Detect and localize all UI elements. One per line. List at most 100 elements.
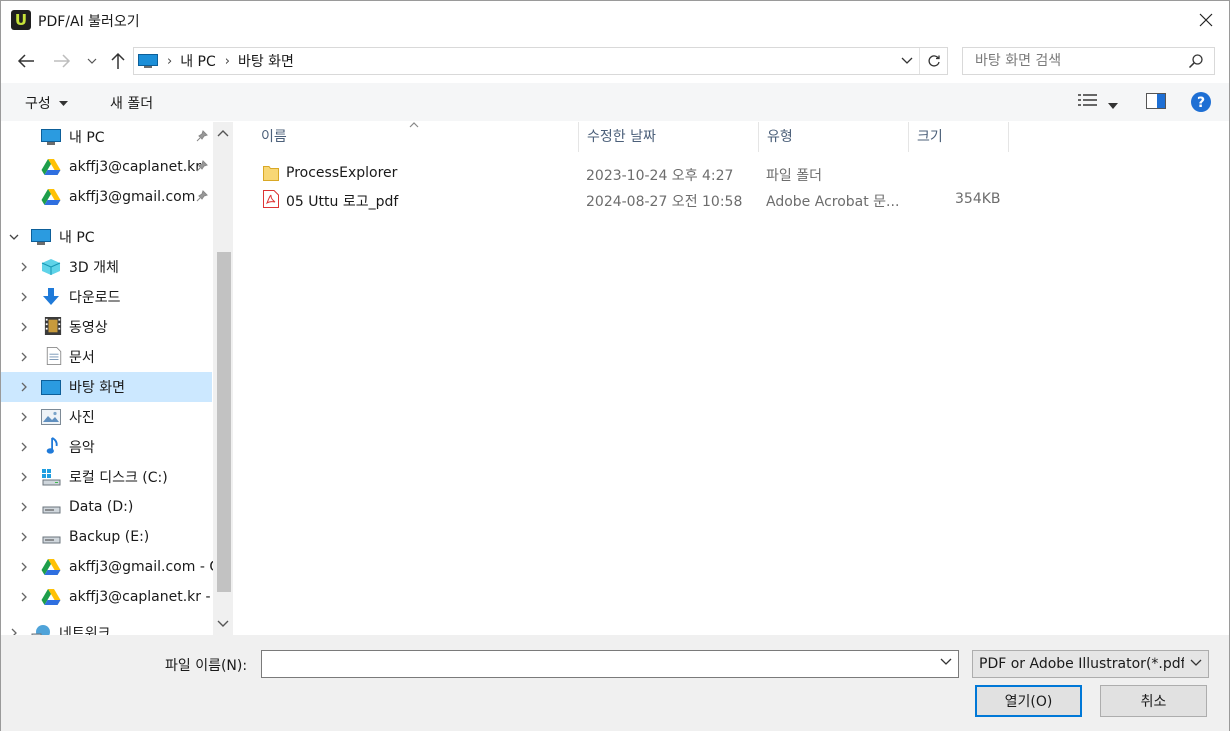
nav-label: 음악: [69, 440, 95, 456]
forward-button[interactable]: [51, 50, 73, 72]
file-type: Adobe Acrobat 문...: [766, 194, 900, 210]
open-button[interactable]: 열기(O): [975, 685, 1082, 717]
title-bar: U PDF/AI 불러오기: [1, 1, 1229, 39]
scroll-thumb[interactable]: [217, 252, 231, 592]
nav-documents[interactable]: 문서: [1, 342, 212, 372]
nav-drive-e[interactable]: Backup (E:): [1, 522, 212, 552]
scroll-up-icon[interactable]: [217, 128, 229, 138]
filename-input[interactable]: [266, 652, 926, 676]
preview-pane-button[interactable]: [1146, 93, 1166, 113]
address-bar[interactable]: › 내 PC › 바탕 화면: [133, 47, 948, 75]
nav-local-disk-c[interactable]: 로컬 디스크 (C:): [1, 462, 212, 492]
nav-pictures[interactable]: 사진: [1, 402, 212, 432]
nav-videos[interactable]: 동영상: [1, 312, 212, 342]
nav-pc-root[interactable]: 내 PC: [1, 222, 212, 252]
google-drive-icon: [41, 159, 61, 175]
pc-icon: [138, 54, 158, 68]
recent-locations-button[interactable]: [85, 50, 99, 72]
nav-desktop[interactable]: 바탕 화면: [1, 372, 212, 402]
sort-ascending-icon: [409, 122, 419, 128]
cancel-button[interactable]: 취소: [1100, 685, 1207, 717]
nav-quick-pc[interactable]: 내 PC: [1, 122, 212, 152]
desktop-icon: [41, 380, 61, 395]
breadcrumb-desktop[interactable]: 바탕 화면: [238, 51, 294, 71]
filename-combobox[interactable]: [261, 650, 959, 678]
nav-quick-caplanet[interactable]: akffj3@caplanet.kr: [1, 152, 212, 182]
windows-drive-icon: [42, 469, 61, 486]
filetype-select[interactable]: PDF or Adobe Illustrator(*.pdf;: [972, 650, 1209, 678]
breadcrumb-separator: ›: [167, 53, 173, 69]
nav-label: 사진: [69, 410, 95, 426]
chevron-right-icon: [21, 262, 27, 272]
nav-label: 네트워크: [59, 626, 111, 635]
close-button[interactable]: [1183, 1, 1229, 39]
organize-button[interactable]: 구성: [25, 93, 69, 113]
file-open-dialog: U PDF/AI 불러오기 › 내 PC › 바탕 화면 바탕 화면 검색 구성…: [0, 0, 1230, 731]
pin-icon: [196, 130, 208, 142]
filename-label: 파일 이름(N):: [165, 658, 248, 674]
address-history-dropdown[interactable]: [901, 53, 913, 69]
nav-network[interactable]: 네트워크: [1, 618, 212, 635]
nav-scrollbar[interactable]: [213, 122, 233, 635]
preview-pane-icon: [1146, 93, 1166, 109]
search-input[interactable]: [975, 53, 1175, 69]
3d-objects-icon: [41, 259, 61, 275]
drive-icon: [42, 506, 61, 514]
nav-3d-objects[interactable]: 3D 개체: [1, 252, 212, 282]
chevron-down-icon: [1190, 659, 1202, 666]
column-header-size[interactable]: 크기: [909, 122, 1009, 152]
nav-quick-gmail[interactable]: akffj3@gmail.com: [1, 182, 212, 212]
nav-drive-d[interactable]: Data (D:): [1, 492, 212, 522]
chevron-down-icon[interactable]: [940, 658, 952, 666]
app-logo-icon: U: [11, 10, 31, 30]
column-header-type[interactable]: 유형: [759, 122, 909, 152]
document-icon: [46, 347, 62, 365]
file-name: 05 Uttu 로고_pdf: [286, 194, 399, 210]
refresh-button[interactable]: [919, 48, 947, 74]
nav-gdrive-gmail[interactable]: akffj3@gmail.com - G: [1, 552, 220, 582]
nav-label: Backup (E:): [69, 529, 150, 545]
chevron-right-icon: [21, 562, 27, 572]
file-row[interactable]: ProcessExplorer 2023-10-24 오후 4:27 파일 폴더: [255, 162, 1015, 186]
file-list: 이름 수정한 날짜 유형 크기 ProcessExplorer 2023-10-…: [235, 122, 1230, 635]
drive-icon: [42, 536, 61, 544]
close-icon: [1199, 13, 1213, 27]
nav-label: 로컬 디스크 (C:): [69, 470, 168, 486]
nav-label: 동영상: [69, 320, 108, 336]
dialog-footer: 파일 이름(N): PDF or Adobe Illustrator(*.pdf…: [1, 635, 1229, 731]
up-button[interactable]: [108, 50, 128, 72]
scroll-down-icon[interactable]: [217, 619, 229, 629]
arrow-left-icon: [17, 54, 34, 68]
nav-label: 다운로드: [69, 290, 121, 306]
help-icon: ?: [1191, 92, 1211, 112]
help-button[interactable]: ?: [1190, 91, 1212, 117]
window-title: PDF/AI 불러오기: [38, 14, 140, 30]
back-button[interactable]: [15, 50, 37, 72]
chevron-right-icon: [21, 532, 27, 542]
music-icon: [46, 437, 58, 454]
column-header-name[interactable]: 이름: [253, 122, 579, 152]
nav-music[interactable]: 음악: [1, 432, 212, 462]
chevron-right-icon: [21, 382, 27, 392]
chevron-right-icon: [21, 442, 27, 452]
view-dropdown-button[interactable]: [1108, 97, 1118, 113]
nav-gdrive-caplanet[interactable]: akffj3@caplanet.kr - G: [1, 582, 226, 612]
download-icon: [43, 288, 59, 305]
arrow-right-icon: [54, 54, 71, 68]
breadcrumb-pc[interactable]: 내 PC: [180, 51, 216, 71]
nav-label: 문서: [69, 350, 95, 366]
file-type: 파일 폴더: [766, 168, 822, 184]
nav-label: 바탕 화면: [69, 380, 125, 396]
search-box[interactable]: [962, 47, 1215, 75]
file-date: 2023-10-24 오후 4:27: [586, 168, 734, 184]
pin-icon: [196, 160, 208, 172]
column-header-date[interactable]: 수정한 날짜: [579, 122, 759, 152]
nav-label: 3D 개체: [69, 260, 119, 276]
pin-icon: [196, 190, 208, 202]
nav-downloads[interactable]: 다운로드: [1, 282, 212, 312]
nav-label: 내 PC: [69, 130, 105, 146]
new-folder-button[interactable]: 새 폴더: [110, 93, 153, 113]
file-row[interactable]: 05 Uttu 로고_pdf 2024-08-27 오전 10:58 Adobe…: [255, 188, 1015, 212]
refresh-icon: [927, 55, 940, 67]
view-options-button[interactable]: [1077, 92, 1099, 112]
